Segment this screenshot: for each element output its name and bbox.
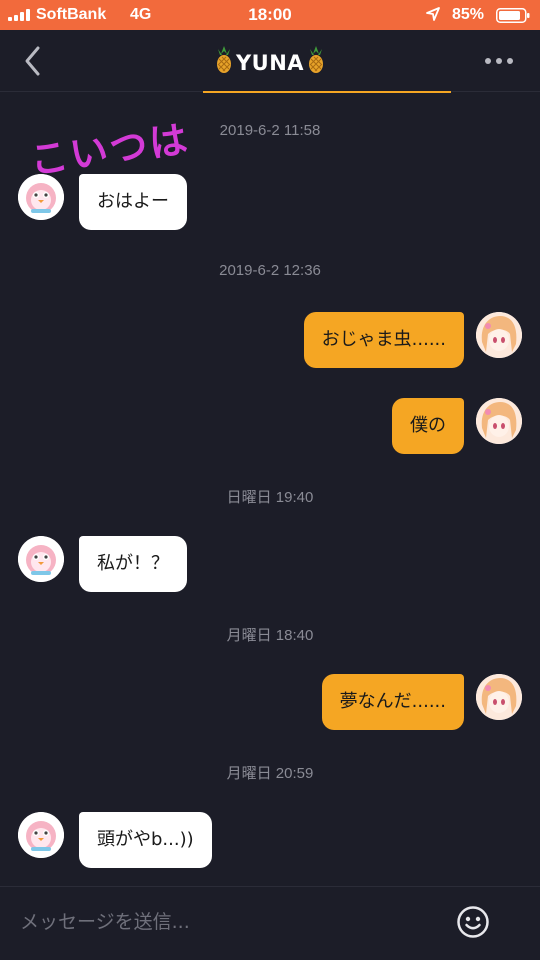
chat-header: YUNA [0, 30, 540, 93]
message-bubble-outgoing[interactable]: 夢なんだ...... [321, 674, 464, 730]
status-bar: SoftBank 4G 18:00 85% [0, 0, 540, 30]
message-bubble-incoming[interactable]: 頭がやb...)) [79, 812, 212, 868]
timestamp: 月曜日 20:59 [226, 765, 314, 782]
chat-title-text: YUNA [235, 51, 305, 75]
anime-girl-avatar-icon [476, 674, 522, 720]
message-bubble-incoming[interactable]: おはよー [79, 174, 187, 230]
anime-girl-avatar-icon [476, 312, 522, 358]
penguin-avatar-icon [18, 536, 64, 582]
message-bubble-incoming[interactable]: 私が！？ [79, 536, 187, 592]
smiley-icon[interactable] [456, 905, 490, 939]
anime-girl-avatar-icon [476, 398, 522, 444]
more-options-button[interactable] [484, 56, 514, 66]
avatar-contact[interactable] [18, 536, 64, 582]
timestamp: 日曜日 19:40 [226, 489, 314, 506]
timestamp: 月曜日 18:40 [226, 627, 314, 644]
pineapple-icon [309, 46, 324, 73]
battery-icon [496, 8, 530, 23]
timestamp: 2019-6-2 12:36 [219, 262, 321, 279]
avatar-self[interactable] [476, 312, 522, 358]
message-composer [0, 886, 540, 960]
message-bubble-outgoing[interactable]: おじゃま虫...... [303, 312, 464, 368]
avatar-self[interactable] [476, 674, 522, 720]
message-bubble-outgoing[interactable]: 僕の [392, 398, 464, 454]
avatar-contact[interactable] [18, 812, 64, 858]
chat-title: YUNA [0, 46, 540, 75]
penguin-avatar-icon [18, 812, 64, 858]
battery-percent: 85% [452, 6, 485, 23]
message-list[interactable]: 2019-6-2 11:58 おはよー 2019-6-2 12:36 おじゃま虫… [0, 92, 540, 886]
location-icon [426, 7, 440, 21]
message-input[interactable] [20, 907, 420, 937]
avatar-self[interactable] [476, 398, 522, 444]
pineapple-icon [216, 46, 231, 73]
